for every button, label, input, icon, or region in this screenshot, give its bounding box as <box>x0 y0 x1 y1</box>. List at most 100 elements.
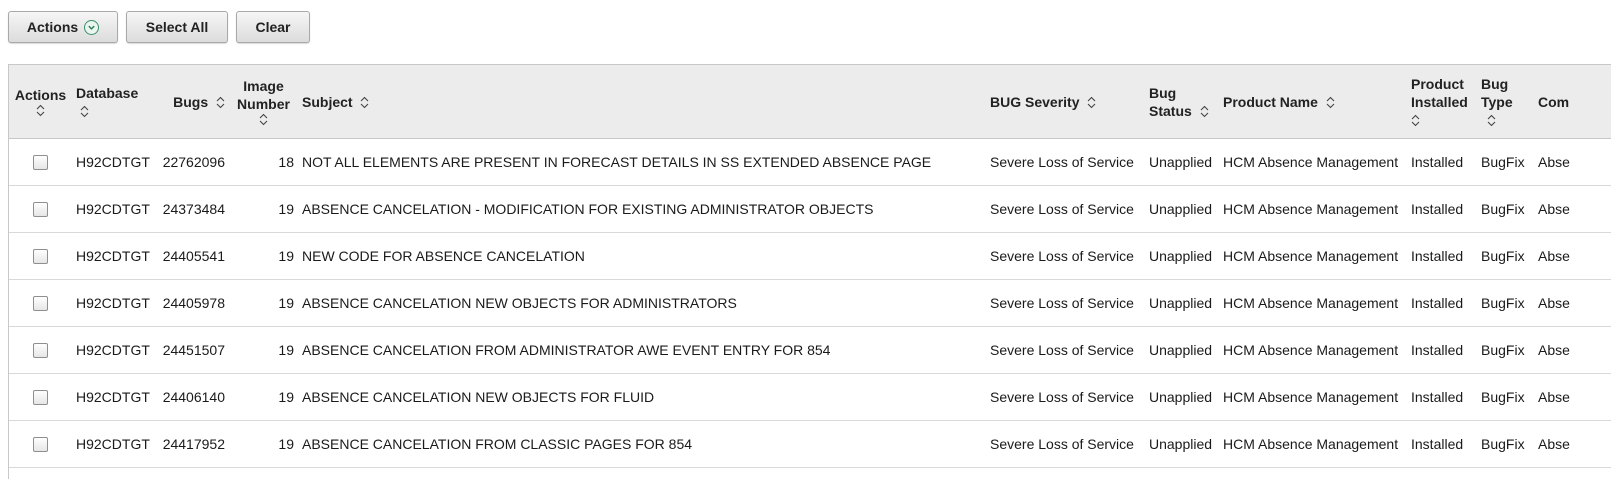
column-header-component-label: Com <box>1538 93 1570 110</box>
bug-type-cell: BugFix <box>1477 279 1534 327</box>
database-cell: H92CDTGT <box>72 326 157 374</box>
bug-number-cell: 24405541 <box>157 232 229 280</box>
product-installed-cell: Installed <box>1407 373 1477 421</box>
bug-type-cell: BugFix <box>1477 185 1534 233</box>
column-header-bug-severity-label: BUG Severity <box>990 93 1080 110</box>
row-select-checkbox[interactable] <box>33 437 48 453</box>
row-select-checkbox[interactable] <box>33 155 48 171</box>
actions-button-label: Actions <box>26 19 79 35</box>
bug-type-cell: BugFix <box>1477 420 1534 468</box>
table-row[interactable]: H92CDTGT 24451507 19 ABSENCE CANCELATION… <box>9 326 1611 374</box>
sort-icon[interactable] <box>216 96 225 109</box>
status-cell: Unapplied <box>1145 138 1219 186</box>
product-name-cell: HCM Absence Management <box>1219 326 1407 374</box>
product-installed-cell: Installed <box>1407 420 1477 468</box>
row-select-checkbox[interactable] <box>33 296 48 312</box>
column-header-bug-type[interactable]: Bug Type <box>1477 65 1534 139</box>
subject-cell: ABSENCE CANCELATION FROM CLASSIC PAGES F… <box>298 420 986 468</box>
product-installed-cell: Installed <box>1407 279 1477 327</box>
subject-cell: ABSENCE CANCELATION FROM ADMINISTRATOR A… <box>298 326 986 374</box>
bug-type-cell: BugFix <box>1477 138 1534 186</box>
sort-icon[interactable] <box>1200 105 1209 118</box>
image-number-cell: 19 <box>229 326 298 374</box>
product-name-cell: HCM Absence Management <box>1219 185 1407 233</box>
database-cell: H92CDTGT <box>72 279 157 327</box>
bug-type-cell: BugFix <box>1477 232 1534 280</box>
column-header-product-installed[interactable]: Product Installed <box>1407 65 1477 139</box>
row-select-checkbox[interactable] <box>33 249 48 265</box>
image-number-cell: 19 <box>229 279 298 327</box>
row-select-checkbox[interactable] <box>33 390 48 406</box>
subject-cell: NEW CODE FOR ABSENCE CANCELATION <box>298 232 986 280</box>
severity-cell: Severe Loss of Service <box>986 232 1145 280</box>
status-cell: Unapplied <box>1145 232 1219 280</box>
column-header-bug-type-label-2: Type <box>1481 93 1513 110</box>
column-header-bugs-label: Bugs <box>173 93 209 110</box>
column-header-product-installed-label-2: Installed <box>1411 93 1468 110</box>
image-number-cell: 19 <box>229 373 298 421</box>
product-name-cell: HCM Absence Management <box>1219 138 1407 186</box>
column-header-bug-status-label-1: Bug <box>1149 84 1177 101</box>
table-row[interactable]: H92CDTGT 24405541 19 NEW CODE FOR ABSENC… <box>9 232 1611 280</box>
bug-type-cell: BugFix <box>1477 373 1534 421</box>
sort-icon[interactable] <box>360 96 369 109</box>
column-header-bugs[interactable]: Bugs <box>157 65 229 139</box>
row-checkbox-cell <box>9 232 72 280</box>
database-cell: H92CDTGT <box>72 232 157 280</box>
column-header-subject[interactable]: Subject <box>298 65 986 139</box>
column-header-actions-label: Actions <box>14 87 67 103</box>
actions-button[interactable]: Actions <box>8 11 118 43</box>
sort-icon[interactable] <box>36 104 45 117</box>
sort-icon[interactable] <box>80 105 89 118</box>
column-header-image-number-label-1: Image <box>243 78 284 94</box>
column-header-actions[interactable]: Actions <box>9 65 72 139</box>
sort-icon[interactable] <box>1326 96 1335 109</box>
component-cell: Abse <box>1534 138 1611 186</box>
select-all-button[interactable]: Select All <box>126 11 228 43</box>
table-header-row: Actions Database Bugs Image Number Subje… <box>9 65 1611 139</box>
table-row[interactable]: H92CDTGT 24373484 19 ABSENCE CANCELATION… <box>9 185 1611 233</box>
column-header-component[interactable]: Com <box>1534 65 1611 139</box>
component-cell: Abse <box>1534 232 1611 280</box>
table-row[interactable]: H92CDTGT 24405978 19 ABSENCE CANCELATION… <box>9 279 1611 327</box>
column-header-bug-status[interactable]: Bug Status <box>1145 65 1219 139</box>
bugs-grid: Actions Database Bugs Image Number Subje… <box>8 64 1611 479</box>
component-cell: Abse <box>1534 420 1611 468</box>
severity-cell: Severe Loss of Service <box>986 326 1145 374</box>
column-header-product-name-label: Product Name <box>1223 93 1318 110</box>
column-header-database-label: Database <box>76 84 139 101</box>
product-installed-cell: Installed <box>1407 138 1477 186</box>
column-header-image-number[interactable]: Image Number <box>229 65 298 139</box>
bug-number-cell: 24373484 <box>157 185 229 233</box>
row-checkbox-cell <box>9 326 72 374</box>
bugs-table: Actions Database Bugs Image Number Subje… <box>9 65 1611 468</box>
table-row[interactable]: H92CDTGT 24406140 19 ABSENCE CANCELATION… <box>9 373 1611 421</box>
bug-type-cell: BugFix <box>1477 326 1534 374</box>
table-row[interactable]: H92CDTGT 22762096 18 NOT ALL ELEMENTS AR… <box>9 138 1611 186</box>
column-header-bug-status-label-2: Status <box>1149 102 1192 119</box>
sort-icon[interactable] <box>259 113 268 126</box>
component-cell: Abse <box>1534 326 1611 374</box>
row-select-checkbox[interactable] <box>33 202 48 218</box>
product-name-cell: HCM Absence Management <box>1219 279 1407 327</box>
subject-cell: ABSENCE CANCELATION - MODIFICATION FOR E… <box>298 185 986 233</box>
image-number-cell: 19 <box>229 185 298 233</box>
component-cell: Abse <box>1534 279 1611 327</box>
bug-number-cell: 24417952 <box>157 420 229 468</box>
table-row[interactable]: H92CDTGT 24417952 19 ABSENCE CANCELATION… <box>9 420 1611 468</box>
severity-cell: Severe Loss of Service <box>986 420 1145 468</box>
severity-cell: Severe Loss of Service <box>986 138 1145 186</box>
sort-icon[interactable] <box>1487 114 1496 127</box>
clear-button[interactable]: Clear <box>236 11 310 43</box>
column-header-image-number-label-2: Number <box>237 96 290 112</box>
severity-cell: Severe Loss of Service <box>986 373 1145 421</box>
row-select-checkbox[interactable] <box>33 343 48 359</box>
column-header-database[interactable]: Database <box>72 65 157 139</box>
column-header-product-name[interactable]: Product Name <box>1219 65 1407 139</box>
sort-icon[interactable] <box>1087 96 1096 109</box>
column-header-bug-severity[interactable]: BUG Severity <box>986 65 1145 139</box>
database-cell: H92CDTGT <box>72 185 157 233</box>
component-cell: Abse <box>1534 185 1611 233</box>
bug-number-cell: 24405978 <box>157 279 229 327</box>
sort-icon[interactable] <box>1411 114 1420 127</box>
